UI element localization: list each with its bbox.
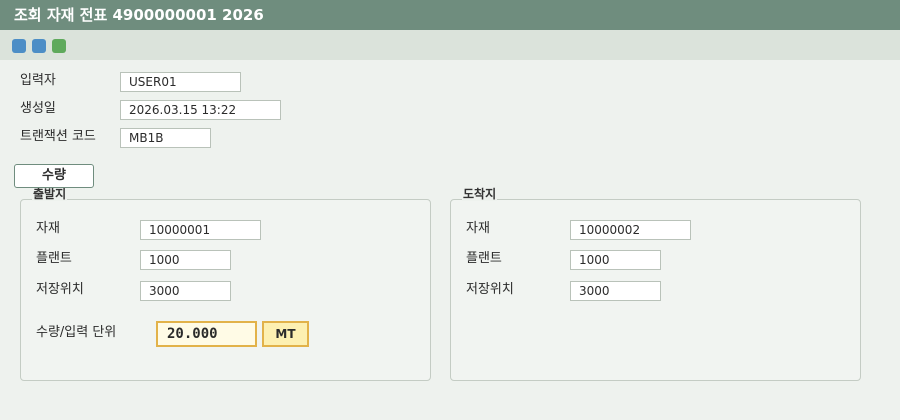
destination-group-title: 도착지	[462, 187, 498, 201]
toolbar-blue-square-icon-1[interactable]	[12, 39, 26, 53]
transaction-code-label: 트랜잭션 코드	[20, 129, 96, 144]
quantity-unit-label: 수량/입력 단위	[36, 325, 117, 340]
quantity-input[interactable]: 20.000	[156, 321, 257, 347]
window-title-bar: 조회 자재 전표 4900000001 2026	[0, 0, 900, 30]
toolbar	[0, 30, 900, 60]
entered-by-field[interactable]: USER01	[120, 72, 241, 92]
source-storage-location-label: 저장위치	[36, 282, 84, 297]
destination-plant-field[interactable]: 1000	[570, 250, 661, 270]
destination-storage-location-label: 저장위치	[466, 282, 514, 297]
source-storage-location-field[interactable]: 3000	[140, 281, 231, 301]
tab-quantity[interactable]: 수량	[14, 164, 94, 188]
toolbar-green-square-icon[interactable]	[52, 39, 66, 53]
entered-by-label: 입력자	[20, 73, 56, 88]
destination-storage-location-field[interactable]: 3000	[570, 281, 661, 301]
source-plant-label: 플랜트	[36, 251, 72, 266]
source-group-title: 출발지	[32, 187, 68, 201]
source-plant-field[interactable]: 1000	[140, 250, 231, 270]
source-material-field[interactable]: 10000001	[140, 220, 261, 240]
toolbar-blue-square-icon-2[interactable]	[32, 39, 46, 53]
destination-plant-label: 플랜트	[466, 251, 502, 266]
transaction-code-field[interactable]: MB1B	[120, 128, 211, 148]
source-material-label: 자재	[36, 221, 60, 236]
created-on-label: 생성일	[20, 101, 56, 116]
destination-material-label: 자재	[466, 221, 490, 236]
destination-material-field[interactable]: 10000002	[570, 220, 691, 240]
created-on-field[interactable]: 2026.03.15 13:22	[120, 100, 281, 120]
window-title: 조회 자재 전표 4900000001 2026	[14, 6, 264, 24]
unit-of-entry-field[interactable]: MT	[262, 321, 309, 347]
